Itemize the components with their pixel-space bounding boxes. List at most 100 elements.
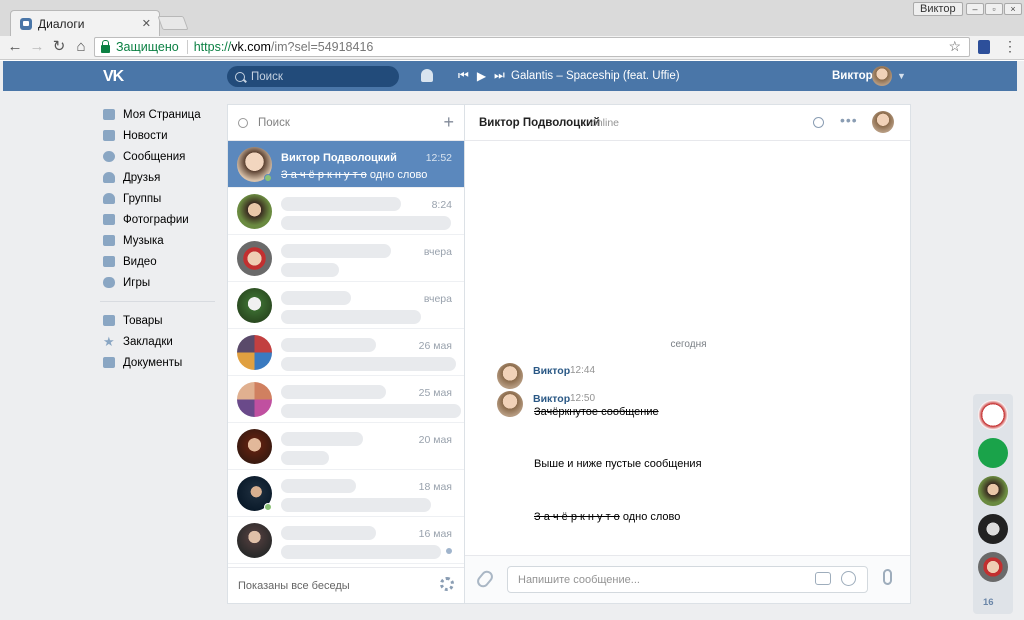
menu-item-groups[interactable]: Группы xyxy=(100,188,215,209)
minimize-icon[interactable]: – xyxy=(966,3,984,15)
all-chats-shown-label: Показаны все беседы xyxy=(238,579,350,592)
next-track-icon[interactable]: ⏭ xyxy=(494,68,505,83)
address-bar[interactable]: Защищено https:// vk.com /im?sel=5491841… xyxy=(94,37,970,57)
browser-tab[interactable]: Диалоги ✕ xyxy=(10,10,160,36)
menu-label: Музыка xyxy=(123,234,164,247)
menu-item-games[interactable]: Игры xyxy=(100,272,215,293)
chevron-down-icon[interactable]: ▼ xyxy=(897,71,906,81)
rail-chat-count[interactable]: 16 xyxy=(983,597,994,608)
menu-item-photos[interactable]: Фотографии xyxy=(100,209,215,230)
menu-item-goods[interactable]: Товары xyxy=(100,310,215,331)
menu-label: Фотографии xyxy=(123,213,189,226)
menu-divider xyxy=(100,301,215,302)
rail-chat-avatar[interactable] xyxy=(978,438,1008,468)
chat-rail: 16 xyxy=(973,394,1013,614)
rail-chat-avatar[interactable] xyxy=(978,514,1008,544)
dialog-item[interactable]: 18 мая xyxy=(228,470,464,517)
hidden-message xyxy=(281,216,451,230)
url-divider xyxy=(186,40,188,54)
menu-label: Закладки xyxy=(123,335,173,348)
now-playing-track[interactable]: Galantis – Spaceship (feat. Uffie) xyxy=(511,70,680,82)
dialog-item[interactable]: вчера xyxy=(228,235,464,282)
menu-item-video[interactable]: Видео xyxy=(100,251,215,272)
tab-close-icon[interactable]: ✕ xyxy=(142,17,151,30)
rail-chat-avatar[interactable] xyxy=(978,552,1008,582)
dialog-item[interactable]: 26 мая xyxy=(228,329,464,376)
dialog-item[interactable]: 8:24 xyxy=(228,188,464,235)
maximize-icon[interactable]: ▫ xyxy=(985,3,1003,15)
dialog-time: 16 мая xyxy=(418,528,452,540)
attach-paperclip-icon[interactable] xyxy=(474,568,496,590)
menu-label: Документы xyxy=(123,356,183,369)
message-rest: одно слово xyxy=(366,169,428,181)
bookmark-star-icon[interactable]: ☆ xyxy=(948,38,961,55)
tab-title: Диалоги xyxy=(38,16,85,31)
new-chat-plus-icon[interactable]: + xyxy=(443,113,454,131)
dialogs-search-input[interactable]: Поиск + xyxy=(228,105,464,141)
avatar xyxy=(237,194,272,229)
header-search-input[interactable]: Поиск xyxy=(227,66,399,87)
play-icon[interactable]: ▶ xyxy=(477,69,486,83)
hidden-name xyxy=(281,432,363,446)
dialog-item[interactable]: вчера xyxy=(228,282,464,329)
dialog-item[interactable]: 20 мая xyxy=(228,423,464,470)
browser-menu-icon[interactable]: ⋮ xyxy=(1003,39,1017,53)
message-author[interactable]: Виктор xyxy=(533,393,570,405)
rail-chat-avatar[interactable] xyxy=(978,476,1008,506)
new-tab-button[interactable] xyxy=(157,16,189,30)
dialogs-footer: Показаны все беседы xyxy=(228,567,464,603)
avatar xyxy=(237,382,272,417)
header-user-avatar[interactable] xyxy=(872,66,892,86)
film-icon xyxy=(103,256,115,267)
chat-contact-avatar[interactable] xyxy=(872,111,894,133)
window-profile-button[interactable]: Виктор xyxy=(913,2,963,16)
forward-icon[interactable]: → xyxy=(28,38,46,56)
menu-item-music[interactable]: Музыка xyxy=(100,230,215,251)
home-icon[interactable]: ⌂ xyxy=(72,38,90,56)
header-search-placeholder: Поиск xyxy=(251,70,283,83)
gear-icon[interactable] xyxy=(440,577,454,591)
rail-chat-avatar[interactable] xyxy=(978,400,1008,430)
notifications-bell-icon[interactable] xyxy=(421,69,433,82)
message-text: З а ч ё р к н у т о одно слово xyxy=(534,511,680,523)
vk-logo[interactable]: VK xyxy=(103,68,124,86)
struck-text: З а ч ё р к н у т о xyxy=(281,169,367,181)
message-text: Выше и ниже пустые сообщения xyxy=(534,458,702,470)
menu-item-bookmarks[interactable]: ★ Закладки xyxy=(100,331,215,352)
dialogs-search-placeholder: Поиск xyxy=(258,116,290,129)
menu-item-news[interactable]: Новости xyxy=(100,125,215,146)
users-icon xyxy=(103,193,115,204)
chat-panel: Виктор Подволоцкий online ••• сегодня Ви… xyxy=(464,104,911,604)
menu-label: Друзья xyxy=(123,171,161,184)
message-author[interactable]: Виктор xyxy=(533,365,570,377)
message-rest: одно слово xyxy=(619,511,681,523)
emoji-icon[interactable] xyxy=(841,571,856,586)
user-icon xyxy=(103,172,115,183)
hidden-name xyxy=(281,244,391,258)
message-avatar[interactable] xyxy=(497,363,523,389)
message-input[interactable] xyxy=(507,566,868,593)
header-user-name[interactable]: Виктор xyxy=(832,70,873,82)
camera-icon[interactable] xyxy=(815,572,831,585)
microphone-icon[interactable] xyxy=(883,569,892,585)
menu-item-my-page[interactable]: Моя Страница xyxy=(100,104,215,125)
reload-icon[interactable]: ↻ xyxy=(50,38,68,56)
unread-indicator xyxy=(446,548,452,554)
back-icon[interactable]: ← xyxy=(6,38,24,56)
dialog-item-active[interactable]: Виктор Подволоцкий 12:52 З а ч ё р к н у… xyxy=(228,141,464,188)
window-close-icon[interactable]: × xyxy=(1004,3,1022,15)
dialog-item[interactable]: 16 мая xyxy=(228,517,464,564)
menu-item-messages[interactable]: Сообщения xyxy=(100,146,215,167)
dialog-item[interactable]: 25 мая xyxy=(228,376,464,423)
search-icon[interactable] xyxy=(813,117,824,128)
more-options-icon[interactable]: ••• xyxy=(840,112,858,128)
prev-track-icon[interactable]: ⏮ xyxy=(458,68,469,83)
message-avatar[interactable] xyxy=(497,391,523,417)
menu-item-documents[interactable]: Документы xyxy=(100,352,215,373)
menu-item-friends[interactable]: Друзья xyxy=(100,167,215,188)
extension-icon[interactable] xyxy=(978,40,990,54)
shopping-bag-icon xyxy=(103,315,115,326)
chat-contact-name[interactable]: Виктор Подволоцкий xyxy=(479,117,600,129)
search-icon xyxy=(238,117,248,128)
menu-label: Моя Страница xyxy=(123,108,201,121)
